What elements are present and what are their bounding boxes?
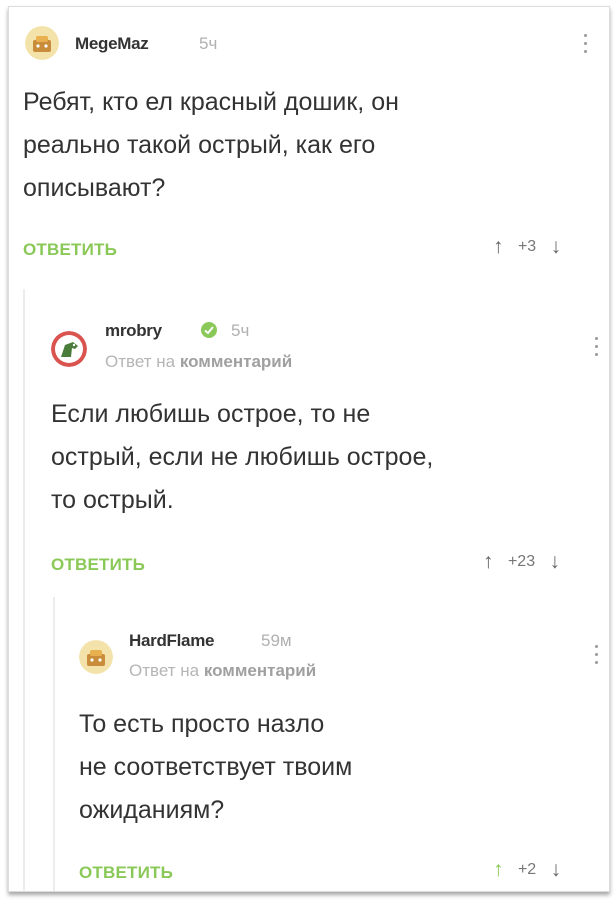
comment-text-line: описывают? (23, 174, 166, 202)
author-name[interactable]: MegeMaz (75, 34, 149, 54)
comment-text-line: То есть просто назло (79, 710, 325, 738)
vote-controls: ↑ +2 ↓ (493, 858, 561, 882)
comment-text-line: реально такой острый, как его (23, 131, 376, 159)
comment-text-line: Если любишь острое, то не (51, 400, 371, 428)
reply-to-link[interactable]: Ответ на комментарий (129, 661, 316, 681)
comment-mrobry: mrobry 5ч Ответ на комментарий Если люби… (9, 289, 609, 589)
upvote-arrow-icon[interactable]: ↑ (493, 235, 504, 259)
vote-controls: ↑ +23 ↓ (483, 550, 560, 574)
rating-value: +3 (517, 238, 537, 255)
reply-to-prefix: Ответ на (129, 661, 200, 680)
comment-text-line: ожиданиям? (79, 796, 225, 824)
author-name[interactable]: HardFlame (129, 631, 214, 651)
comment-text: То есть просто назло не соответствует тв… (79, 703, 599, 832)
downvote-arrow-icon[interactable]: ↓ (551, 235, 562, 259)
downvote-arrow-icon[interactable]: ↓ (550, 550, 561, 574)
comment-hardflame: HardFlame 59м Ответ на комментарий То ес… (9, 597, 609, 891)
comment-time: 5ч (231, 321, 250, 340)
dinosaur-avatar-icon[interactable] (51, 331, 87, 367)
comment-time: 59м (261, 631, 292, 650)
reply-to-target[interactable]: комментарий (180, 352, 292, 371)
rating-value: +2 (517, 861, 537, 878)
more-menu-icon[interactable] (582, 34, 588, 56)
reply-button[interactable]: ОТВЕТИТЬ (51, 555, 145, 575)
rating-value: +23 (507, 553, 536, 570)
more-menu-icon[interactable] (593, 337, 599, 359)
comment-text-line: то острый. (51, 486, 174, 514)
reply-to-prefix: Ответ на (105, 352, 176, 371)
comment-text: Если любишь острое, то не острый, если н… (51, 393, 601, 522)
vote-controls: ↑ +3 ↓ (493, 235, 561, 259)
reply-to-target[interactable]: комментарий (204, 661, 316, 680)
author-name[interactable]: mrobry (105, 321, 162, 341)
reply-button[interactable]: ОТВЕТИТЬ (79, 863, 173, 883)
comment-time: 5ч (199, 34, 218, 53)
reply-button[interactable]: ОТВЕТИТЬ (23, 240, 117, 260)
comment-text-line: острый, если не любишь острое, (51, 443, 434, 471)
comments-thread: MegeMaz 5ч Ребят, кто ел красный дошик, … (8, 6, 610, 892)
comment-text-line: не соответствует твоим (79, 753, 353, 781)
upvote-arrow-icon[interactable]: ↑ (493, 858, 504, 882)
default-avatar-icon[interactable] (79, 640, 113, 674)
comment-megemaz: MegeMaz 5ч Ребят, кто ел красный дошик, … (9, 7, 609, 287)
check-circle-icon (201, 322, 217, 338)
comment-text: Ребят, кто ел красный дошик, он реально … (23, 81, 593, 210)
upvote-arrow-icon[interactable]: ↑ (483, 550, 494, 574)
more-menu-icon[interactable] (593, 645, 599, 667)
comment-text-line: Ребят, кто ел красный дошик, он (23, 88, 399, 116)
downvote-arrow-icon[interactable]: ↓ (551, 858, 562, 882)
default-avatar-icon[interactable] (25, 26, 59, 60)
reply-to-link[interactable]: Ответ на комментарий (105, 352, 292, 372)
